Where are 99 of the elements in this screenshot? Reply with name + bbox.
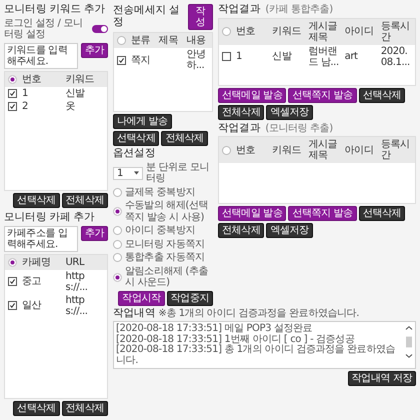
column-header: 아이디 <box>344 26 374 38</box>
option-label: 아이디 중복방지 <box>125 225 195 237</box>
action-button[interactable]: 선택쪽지 발송 <box>288 88 357 103</box>
column-header: 제목 <box>158 35 179 46</box>
table-cell-text: 2020.08.1... <box>380 46 411 68</box>
row-checkbox[interactable] <box>8 277 17 286</box>
row-checkbox[interactable] <box>8 88 17 98</box>
column-header: 번호 <box>236 26 256 38</box>
table-cell-text: https://... <box>66 270 89 293</box>
option-label: 모니터링 자동쪽지 <box>125 238 205 250</box>
panel-title: 전송메세지 설정 <box>113 5 181 29</box>
option-radio[interactable] <box>113 188 122 197</box>
action-button[interactable]: 선택삭제 <box>358 88 406 103</box>
column-header: 키워드 <box>272 144 302 156</box>
select-all-radio[interactable] <box>117 36 126 45</box>
table-cell-text: 신발 <box>66 88 86 99</box>
column-header: 분류 <box>131 35 152 46</box>
column-header: 번호 <box>22 74 42 85</box>
input-field[interactable]: 카페주소를 입력해주세요. <box>4 226 78 252</box>
delete-button[interactable]: 전체삭제 <box>62 401 108 416</box>
panel-title: 작업결과 <box>218 122 260 134</box>
column-header: 키워드 <box>66 74 96 85</box>
toggle-label: 로그인 설정 / 모니터링 설정 <box>4 18 84 41</box>
select-all-radio[interactable] <box>222 27 231 36</box>
column-header: 게시글제목 <box>308 20 338 43</box>
input-field[interactable]: 키워드를 입력해주세요. <box>4 42 78 69</box>
option-label: 수동발의 해제(선택쪽지 발송 시 사용) <box>125 200 210 224</box>
section-title: 작업내역 <box>113 308 156 320</box>
action-button[interactable]: 선택쪽지 발송 <box>288 206 357 222</box>
select-all-radio[interactable] <box>222 146 231 155</box>
option-label: 통합추출 자동쪽지 <box>125 252 205 264</box>
interval-select[interactable]: 1 <box>113 166 143 180</box>
task-button[interactable]: 작업시작 <box>118 290 165 306</box>
action-button[interactable]: 전체삭제 <box>218 104 264 120</box>
table-cell: 럼버랜드 남... <box>308 46 340 68</box>
option-label: 글제목 중복방지 <box>125 186 195 198</box>
action-button[interactable]: 선택삭제 <box>113 131 160 146</box>
add-button[interactable]: 추가 <box>80 42 108 58</box>
action-button[interactable]: 선택메일 발송 <box>218 88 286 103</box>
option-radio[interactable] <box>113 253 122 262</box>
interval-label: 분 단위로 모니터링 <box>146 162 210 185</box>
panel-title: 작업결과 <box>218 4 260 16</box>
option-radio[interactable] <box>113 240 122 249</box>
option-label: 알림소리해제 (추출시 사운드) <box>125 266 210 289</box>
log-line: [2020-08-18 17:33:51] 메일 POP3 설정완료 <box>116 324 314 334</box>
task-button[interactable]: 작업중지 <box>166 290 213 306</box>
action-button[interactable]: 엑셀저장 <box>266 104 313 120</box>
column-header: 내용 <box>186 35 207 46</box>
table-cell-text: 쪽지 <box>131 54 152 66</box>
column-header: 번호 <box>236 144 256 156</box>
panel-title: 모니터링 키워드 추가 <box>4 4 106 16</box>
delete-button[interactable]: 선택삭제 <box>13 193 60 208</box>
column-header: 아이디 <box>344 144 374 156</box>
table-cell-text: 1 <box>22 88 29 99</box>
table-cell-text: 옷 <box>66 100 76 112</box>
row-checkbox[interactable] <box>8 102 17 111</box>
table-cell-text: art <box>344 51 359 62</box>
action-button[interactable]: 전체삭제 <box>161 131 208 146</box>
panel-subtitle: (모니터링 추출) <box>265 122 333 134</box>
row-checkbox[interactable] <box>222 52 231 62</box>
table-cell-text: 1 <box>236 51 243 62</box>
action-button[interactable]: 나에게 발송 <box>113 114 172 129</box>
delete-button[interactable]: 선택삭제 <box>13 401 60 416</box>
table-cell-text: 2 <box>22 100 29 112</box>
option-radio[interactable] <box>113 272 122 282</box>
add-button[interactable]: 추가 <box>80 226 108 241</box>
row-checkbox[interactable] <box>117 56 126 64</box>
log-line: [2020-08-18 17:33:51] 총 1개의 아이디 검증과정을 완료하였습니다. <box>116 345 396 366</box>
action-button[interactable]: 엑셀저장 <box>266 223 313 238</box>
select-all-radio[interactable] <box>8 74 17 84</box>
row-checkbox[interactable] <box>8 301 17 310</box>
column-header: 키워드 <box>272 26 302 38</box>
status-message: ※총 1개의 아이디 검증과정을 완료하였습니다. <box>158 308 360 320</box>
column-header: 게시글제목 <box>308 139 338 162</box>
table-cell-text: 신발 <box>272 51 293 62</box>
toggle-switch[interactable] <box>92 25 108 34</box>
table-cell-text: 안녕하... <box>186 49 207 71</box>
log-line: [2020-08-18 17:33:51] 1번째 아이디 [ co ] - 검증성공 <box>116 334 354 345</box>
column-header: 카페명 <box>22 256 52 268</box>
panel-title: 모니터링 카페 추가 <box>4 212 96 224</box>
write-button[interactable]: 작성 <box>188 4 213 30</box>
table-cell-text: https://... <box>66 294 89 317</box>
save-log-button[interactable]: 작업내역 저장 <box>348 371 416 386</box>
caret-icon <box>134 171 139 176</box>
select-all-radio[interactable] <box>8 258 17 267</box>
option-radio[interactable] <box>113 207 122 216</box>
column-header: 등록시간 <box>380 20 411 43</box>
column-header: 등록시간 <box>380 139 411 162</box>
table-cell-text: 중고 <box>22 276 42 288</box>
action-button[interactable]: 전체삭제 <box>218 223 264 238</box>
delete-button[interactable]: 전체삭제 <box>62 193 108 208</box>
table-cell-text: 일산 <box>22 300 42 312</box>
column-header: URL <box>66 256 86 268</box>
panel-subtitle: (카페 통합추출) <box>265 4 333 16</box>
section-title: 옵션설정 <box>113 148 156 160</box>
action-button[interactable]: 선택삭제 <box>358 206 406 222</box>
action-button[interactable]: 선택메일 발송 <box>218 206 286 222</box>
option-radio[interactable] <box>113 226 122 236</box>
scrollbar[interactable] <box>405 324 413 360</box>
